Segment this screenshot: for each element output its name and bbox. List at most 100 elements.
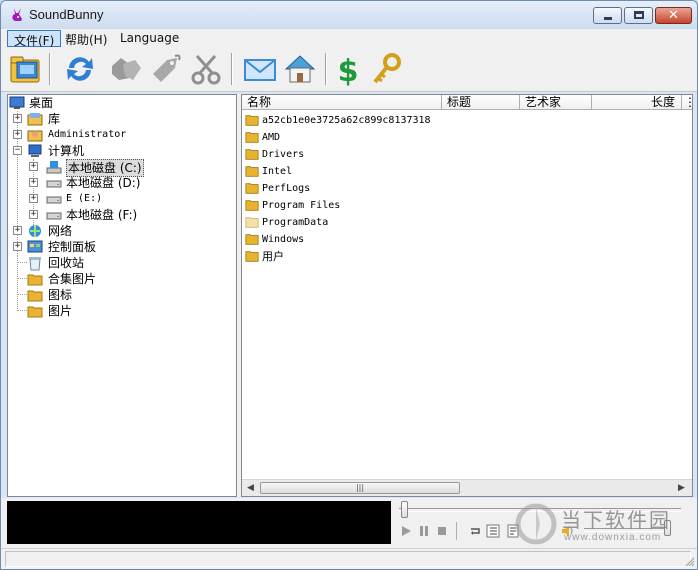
toolbar-separator xyxy=(325,53,327,85)
tree-label: 库 xyxy=(48,112,61,126)
pause-icon[interactable] xyxy=(417,524,431,538)
play-icon[interactable] xyxy=(399,524,413,538)
envelope-icon xyxy=(244,59,276,81)
menu-file[interactable]: 文件(F) xyxy=(7,30,62,48)
horizontal-scrollbar[interactable]: ◀ ||| ▶ xyxy=(242,479,692,496)
watermark-url: www.downxia.com xyxy=(564,532,662,543)
tag-icon xyxy=(153,54,181,82)
tree-label: 计算机 xyxy=(48,144,85,158)
repeat-icon[interactable] xyxy=(468,524,482,538)
toolbar: $ xyxy=(1,48,697,92)
tree-label: 桌面 xyxy=(29,96,54,110)
tree-line xyxy=(17,255,18,311)
minimize-button[interactable] xyxy=(593,7,622,24)
open-folder-button[interactable] xyxy=(9,52,43,86)
folder-icon xyxy=(27,274,43,286)
column-header-overflow: ⋮ xyxy=(682,95,692,110)
collapse-icon[interactable]: − xyxy=(13,146,22,155)
key-icon xyxy=(373,53,401,84)
tree-label: 网络 xyxy=(48,224,73,238)
column-header-artist[interactable]: 艺术家 xyxy=(520,95,592,110)
scroll-right-icon[interactable]: ▶ xyxy=(678,483,685,493)
list-item[interactable]: 用户 xyxy=(244,248,684,265)
folder-icon xyxy=(27,306,43,318)
scroll-thumb[interactable]: ||| xyxy=(260,482,460,494)
tree-label: 本地磁盘 (F:) xyxy=(66,208,138,222)
file-name: Drivers xyxy=(262,149,305,160)
minimize-icon xyxy=(604,17,612,20)
column-header-length[interactable]: 长度 xyxy=(592,95,682,110)
column-header-title[interactable]: 标题 xyxy=(442,95,520,110)
expand-icon[interactable]: + xyxy=(13,114,22,123)
playlist-icon[interactable] xyxy=(486,524,500,538)
player-display xyxy=(7,501,391,544)
dollar-icon: $ xyxy=(338,54,359,89)
home-button[interactable] xyxy=(283,52,317,86)
tree-line xyxy=(17,278,27,279)
list-item[interactable]: Program Files xyxy=(244,197,684,214)
file-name: a52cb1e0e3725a62c899c8137318 xyxy=(262,115,431,126)
stop-icon[interactable] xyxy=(435,524,449,538)
expand-icon[interactable]: + xyxy=(29,162,38,171)
list-item[interactable]: AMD xyxy=(244,129,684,146)
buy-button[interactable]: $ xyxy=(331,52,365,89)
folder-tree[interactable]: 桌面 + 库 + Administrator − 计算机 + 本地磁盘 (C:)… xyxy=(7,94,237,497)
register-button[interactable] xyxy=(369,52,403,86)
menu-help[interactable]: 帮助(H) xyxy=(59,30,113,47)
file-name: AMD xyxy=(262,132,281,143)
resize-grip-icon[interactable] xyxy=(685,557,695,567)
drive-icon xyxy=(46,212,62,220)
refresh-button[interactable] xyxy=(63,52,97,86)
library-icon xyxy=(27,113,43,126)
tree-label: 图片 xyxy=(48,304,73,318)
file-list[interactable]: 名称 标题 艺术家 长度 ⋮ a52cb1e0e3725a62c899c8137… xyxy=(241,94,693,497)
maximize-button[interactable] xyxy=(624,7,653,24)
list-item[interactable]: Windows xyxy=(244,231,684,248)
folder-icon xyxy=(245,183,259,194)
email-button[interactable] xyxy=(243,52,277,86)
close-button[interactable]: ✕ xyxy=(655,7,692,24)
scissors-icon xyxy=(191,55,221,85)
tree-label: 控制面板 xyxy=(48,240,97,254)
folder-icon xyxy=(245,251,259,262)
list-item[interactable]: a52cb1e0e3725a62c899c8137318 xyxy=(244,112,684,129)
svg-text:$: $ xyxy=(338,54,359,86)
expand-icon[interactable]: + xyxy=(29,194,38,203)
toolbar-separator xyxy=(49,53,51,85)
tag-multi-button[interactable] xyxy=(109,52,143,86)
list-item[interactable]: Intel xyxy=(244,163,684,180)
network-icon xyxy=(29,225,41,237)
list-item[interactable]: PerfLogs xyxy=(244,180,684,197)
folder-icon xyxy=(245,149,259,160)
title-bar: SoundBunny ✕ xyxy=(1,1,697,29)
expand-icon[interactable]: + xyxy=(29,210,38,219)
drive-icon xyxy=(46,180,62,188)
seek-slider[interactable] xyxy=(401,501,408,518)
tag-button[interactable] xyxy=(149,52,183,86)
list-item[interactable]: ProgramData xyxy=(244,214,684,231)
folder-icon xyxy=(27,290,43,302)
hidden-folder-icon xyxy=(245,217,259,228)
tree-line xyxy=(17,262,27,263)
column-header-name[interactable]: 名称 xyxy=(242,95,442,110)
player-separator xyxy=(456,522,457,540)
folder-icon xyxy=(245,132,259,143)
expand-icon[interactable]: + xyxy=(13,226,22,235)
expand-icon[interactable]: + xyxy=(13,242,22,251)
window-title: SoundBunny xyxy=(29,7,104,22)
file-name: Intel xyxy=(262,166,293,177)
expand-icon[interactable]: + xyxy=(13,130,22,139)
folder-open-icon xyxy=(10,56,40,83)
system-drive-icon xyxy=(46,161,62,174)
file-name: Program Files xyxy=(262,200,341,211)
tree-label: 回收站 xyxy=(48,256,85,270)
expand-icon[interactable]: + xyxy=(29,178,38,187)
list-item[interactable]: Drivers xyxy=(244,146,684,163)
control-panel-icon xyxy=(27,240,43,253)
watermark-text: 当下软件园 xyxy=(561,508,671,532)
tree-label: E (E:) xyxy=(66,193,103,204)
scroll-left-icon[interactable]: ◀ xyxy=(247,483,254,493)
cut-button[interactable] xyxy=(189,52,223,86)
menu-language[interactable]: Language xyxy=(114,30,185,47)
status-bar xyxy=(1,548,697,569)
